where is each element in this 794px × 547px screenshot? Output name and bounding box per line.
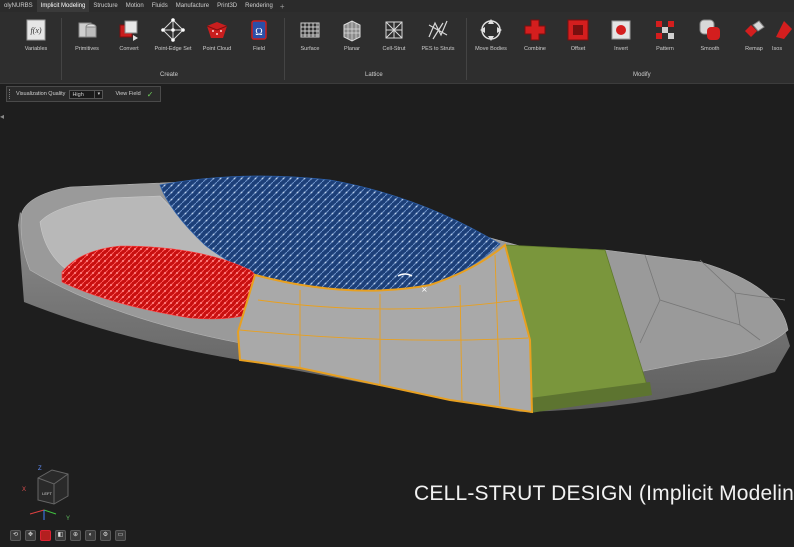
smooth-button[interactable]: Smooth: [688, 17, 732, 52]
variables-icon: f(x): [26, 19, 46, 41]
group-label-create: Create: [160, 72, 179, 78]
offset-icon: [567, 19, 589, 41]
point-edge-set-icon: [161, 18, 185, 42]
render-view-icon[interactable]: ◐: [85, 530, 96, 541]
tab-rendering[interactable]: Rendering: [241, 0, 277, 12]
invert-icon: [611, 20, 631, 40]
visualization-quality-select[interactable]: High ▾: [69, 89, 104, 99]
group-label-lattice: Lattice: [365, 72, 383, 78]
ribbon-separator: [466, 18, 467, 80]
cell-strut-button[interactable]: Cell-Strut: [372, 17, 416, 52]
isosurface-icon: [776, 21, 792, 39]
view-cube-face-label: LEFT: [42, 491, 52, 496]
menu-tab-bar: olyNURBS Implicit Modeling Structure Mot…: [0, 0, 794, 13]
pes-to-struts-button[interactable]: PES to Struts: [416, 17, 460, 52]
pattern-icon: [656, 21, 674, 39]
svg-text:f(x): f(x): [30, 26, 41, 35]
primitives-button[interactable]: Primitives: [65, 17, 109, 52]
move-bodies-button[interactable]: Move Bodies: [469, 17, 513, 52]
point-cloud-icon: [206, 22, 228, 38]
surface-lattice-icon: [300, 22, 320, 38]
field-icon: Ω: [251, 20, 267, 40]
settings-view-icon[interactable]: ⚙: [100, 530, 111, 541]
tab-polynurbs[interactable]: olyNURBS: [0, 0, 37, 12]
tab-implicit-modeling[interactable]: Implicit Modeling: [36, 0, 90, 13]
pan-view-icon[interactable]: ✥: [25, 530, 36, 541]
point-edge-set-button[interactable]: Point-Edge Set: [151, 17, 195, 52]
add-tab-icon[interactable]: +: [277, 2, 288, 11]
pes-to-struts-icon: [428, 20, 448, 40]
primitives-icon: [78, 22, 97, 38]
planar-lattice-button[interactable]: Planar: [330, 17, 374, 52]
ribbon-toolbar: f(x) Variables Primitives Convert Point-…: [0, 12, 794, 84]
pattern-button[interactable]: Pattern: [643, 17, 687, 52]
chevron-down-icon: ▾: [94, 90, 102, 98]
offset-button[interactable]: Offset: [556, 17, 600, 52]
svg-text:Ω: Ω: [255, 27, 262, 38]
combine-button[interactable]: Combine: [513, 17, 557, 52]
viewport-caption: CELL-STRUT DESIGN (Implicit Modeling): [414, 482, 794, 505]
graphics-viewport[interactable]: × LEFT X Y Z: [0, 104, 794, 547]
field-button[interactable]: Ω Field: [237, 17, 281, 52]
toolbar-grip-icon[interactable]: [9, 89, 13, 99]
invert-button[interactable]: Invert: [599, 17, 643, 52]
cursor-cross-icon: ×: [421, 285, 428, 294]
ribbon-separator: [61, 18, 62, 80]
smooth-icon: [699, 19, 720, 40]
visualization-quality-value: High: [72, 91, 84, 98]
group-label-modify: Modify: [633, 72, 651, 78]
remap-icon: [745, 20, 765, 37]
variables-button[interactable]: f(x) Variables: [14, 17, 58, 52]
zoom-view-icon[interactable]: ⊕: [70, 530, 81, 541]
tab-motion[interactable]: Motion: [122, 0, 148, 12]
tab-structure[interactable]: Structure: [89, 0, 121, 12]
cell-strut-icon: [385, 21, 403, 39]
ribbon-separator: [284, 18, 285, 80]
bottom-view-toolbar: ⟲ ✥ ◧ ⊕ ◐ ⚙ ▭: [10, 530, 126, 544]
display-mode-icon[interactable]: ◧: [55, 530, 66, 541]
visualization-options-bar: Visualization Quality High ▾ View Field …: [6, 86, 161, 102]
tab-fluids[interactable]: Fluids: [148, 0, 172, 12]
axis-y-label: Y: [66, 516, 70, 522]
combine-icon: [524, 19, 546, 41]
axis-z-label: Z: [38, 466, 42, 472]
checkmark-icon[interactable]: ✓: [147, 90, 154, 99]
camera-view-icon[interactable]: ▭: [115, 530, 126, 541]
tab-manufacture[interactable]: Manufacture: [172, 0, 213, 12]
view-cube[interactable]: LEFT: [37, 469, 69, 505]
visualization-quality-label: Visualization Quality: [16, 91, 66, 97]
isosurface-button[interactable]: Isos: [770, 17, 794, 52]
view-field-label[interactable]: View Field: [115, 91, 140, 97]
section-view-icon[interactable]: [40, 530, 51, 541]
point-cloud-button[interactable]: Point Cloud: [195, 17, 239, 52]
surface-lattice-button[interactable]: Surface: [288, 17, 332, 52]
tab-print3d[interactable]: Print3D: [213, 0, 241, 12]
convert-icon: [119, 20, 138, 41]
axis-x-label: X: [22, 487, 26, 493]
rotate-view-icon[interactable]: ⟲: [10, 530, 21, 541]
convert-button[interactable]: Convert: [107, 17, 151, 52]
planar-lattice-icon: [343, 20, 361, 42]
move-bodies-icon: [480, 19, 502, 41]
